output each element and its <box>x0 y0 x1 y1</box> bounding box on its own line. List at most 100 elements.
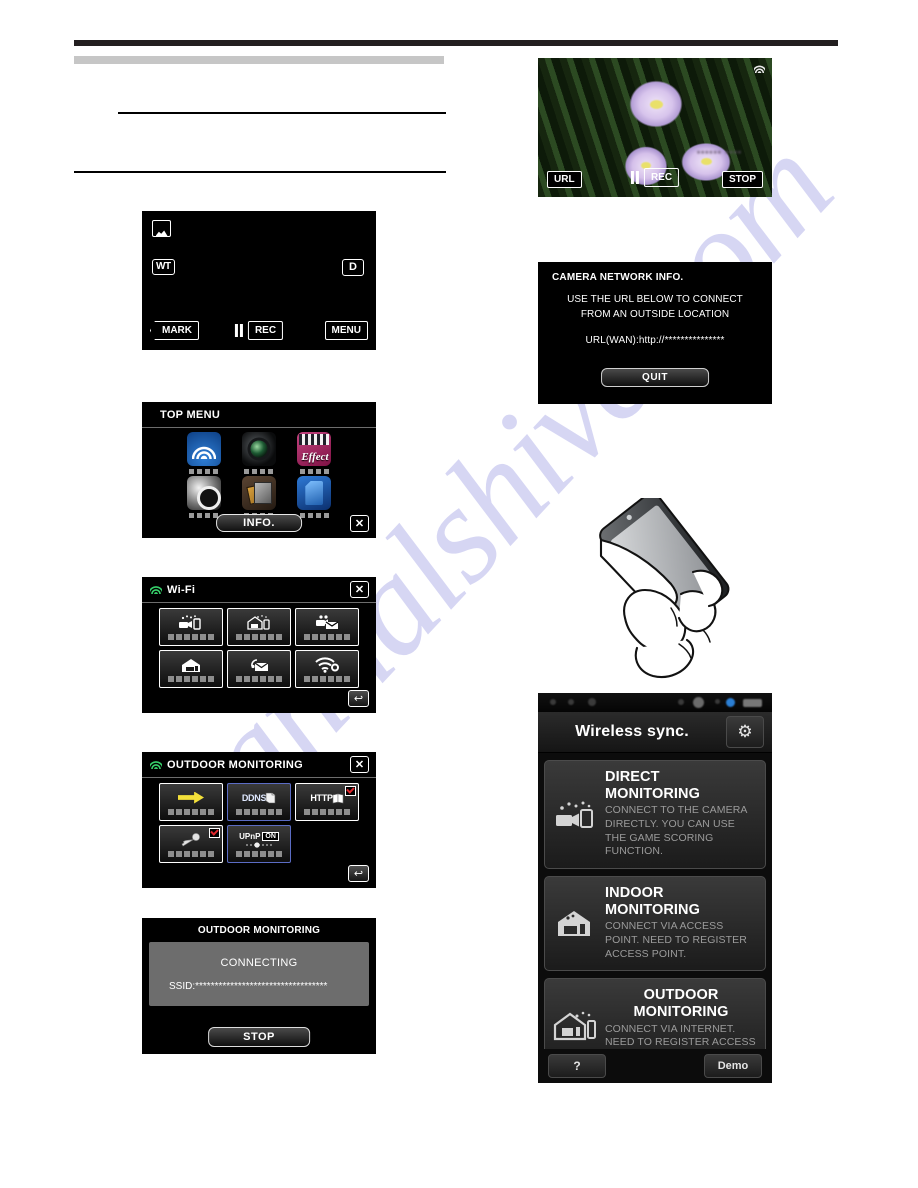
outdoor-tile-ddns[interactable]: DDNS <box>227 783 291 821</box>
mode-d-badge[interactable]: D <box>342 259 364 276</box>
detect-mail-house-icon <box>179 656 203 673</box>
mode-card-direct-monitoring[interactable]: DIRECT MONITORING CONNECT TO THE CAMERA … <box>544 760 766 869</box>
network-info-body: USE THE URL BELOW TO CONNECT FROM AN OUT… <box>538 293 772 322</box>
http-icon: HTTP <box>310 789 343 806</box>
top-menu-item-sdcard[interactable] <box>293 476 336 518</box>
stop-button[interactable]: STOP <box>208 1027 310 1047</box>
connecting-status-box: CONNECTING SSID:************************… <box>149 942 369 1006</box>
wifi-tile-direct-monitoring[interactable] <box>159 608 223 646</box>
demo-button[interactable]: Demo <box>704 1054 762 1078</box>
pause-icon <box>630 171 639 184</box>
menu-button[interactable]: MENU <box>324 321 368 340</box>
wifi-status-icon <box>726 698 735 707</box>
connecting-title: OUTDOOR MONITORING <box>197 925 321 936</box>
outdoor-title: OUTDOOR MONITORING <box>167 758 303 771</box>
wifi-tile-detect-house[interactable] <box>159 650 223 688</box>
top-menu-item-wifi[interactable] <box>182 432 225 474</box>
gear-icon[interactable]: ⚙ <box>726 716 764 748</box>
document-page: manualshive.com WT D MARK REC MENU TOP M… <box>0 0 918 1188</box>
top-menu-grid <box>142 428 376 518</box>
indoor-monitoring-icon <box>551 908 599 938</box>
redacted-label <box>304 809 350 815</box>
redacted-label <box>236 676 282 682</box>
hand-holding-smartphone-illustration <box>575 492 750 683</box>
screenshot-top-menu: TOP MENU Effect INFO. ✕ <box>142 402 376 538</box>
redacted-label <box>236 634 282 640</box>
zoom-wt-badge[interactable]: WT <box>152 259 175 275</box>
mode-title: DIRECT MONITORING <box>605 769 700 802</box>
app-title-bar: Wireless sync. ⚙ <box>538 712 772 753</box>
wifi-tile-indoor-monitoring[interactable] <box>227 608 291 646</box>
battery-icon <box>743 699 762 707</box>
top-menu-item-specialeffect[interactable] <box>293 432 336 474</box>
rec-label[interactable]: REC <box>643 168 680 187</box>
mode-card-indoor-monitoring[interactable]: INDOOR MONITORING CONNECT VIA ACCESS POI… <box>544 875 766 972</box>
media-settings-icon <box>241 476 276 510</box>
outdoor-tile-upnp[interactable]: UPnP ON <box>227 825 291 863</box>
wifi-signal-icon <box>754 64 765 73</box>
section-rule-indented <box>118 112 446 114</box>
ssid-label: SSID: <box>169 980 196 992</box>
top-menu-item-recordsetting[interactable] <box>237 432 280 474</box>
close-icon[interactable]: ✕ <box>350 515 369 532</box>
screenshot-camera-network-info: CAMERA NETWORK INFO. USE THE URL BELOW T… <box>538 262 772 404</box>
redacted-label <box>244 469 274 474</box>
outdoor-monitoring-icon <box>551 1009 599 1041</box>
direct-monitoring-icon <box>178 614 204 631</box>
http-label: HTTP <box>310 792 333 803</box>
slider-icon <box>246 841 272 848</box>
video-mail-icon <box>314 614 340 631</box>
detect-mail-icon <box>246 656 272 673</box>
mode-description: CONNECT VIA ACCESS POINT. NEED TO REGIST… <box>605 920 747 960</box>
redacted-label <box>189 469 219 474</box>
ssid-value: ********************************** <box>195 980 328 992</box>
redacted-label <box>168 676 214 682</box>
close-icon[interactable]: ✕ <box>350 581 369 598</box>
network-info-title: CAMERA NETWORK INFO. <box>552 272 684 283</box>
help-button[interactable]: ? <box>548 1054 606 1078</box>
connecting-state: CONNECTING <box>220 956 298 969</box>
rec-control-group[interactable]: REC <box>630 168 680 187</box>
redacted-label <box>299 513 329 518</box>
top-menu-item-mediasettings[interactable] <box>237 476 280 518</box>
redacted-label <box>168 634 214 640</box>
outdoor-tile-grid: DDNS HTTP UPnP ON <box>142 778 376 863</box>
wifi-settings-icon <box>314 656 340 673</box>
rec-control-group[interactable]: REC <box>234 321 284 340</box>
outdoor-tile-password[interactable] <box>159 825 223 863</box>
camera-lens-icon <box>241 432 276 466</box>
wifi-tile-detect-mail[interactable] <box>227 650 291 688</box>
status-icon <box>693 697 704 708</box>
url-button[interactable]: URL <box>547 171 582 188</box>
outdoor-tile-http[interactable]: HTTP <box>295 783 359 821</box>
scene-mountain-icon <box>152 220 171 237</box>
upnp-toggle-state: ON <box>262 831 279 841</box>
back-icon[interactable]: ↩ <box>348 690 369 707</box>
obscured-overlay-text: •••••• •••• <box>696 147 742 157</box>
wifi-signal-icon <box>150 585 162 594</box>
indoor-monitoring-icon <box>246 614 272 631</box>
outdoor-tile-start[interactable] <box>159 783 223 821</box>
back-icon[interactable]: ↩ <box>348 865 369 882</box>
phone-footer-bar: ? Demo <box>538 1049 772 1083</box>
wifi-title-bar: Wi-Fi <box>142 577 376 603</box>
top-menu-item-settings[interactable] <box>182 476 225 518</box>
wifi-tile-video-mail[interactable] <box>295 608 359 646</box>
mode-text-group: INDOOR MONITORING CONNECT VIA ACCESS POI… <box>605 885 757 961</box>
close-icon[interactable]: ✕ <box>350 756 369 773</box>
status-icon <box>550 699 556 705</box>
screenshot-record-standby: WT D MARK REC MENU <box>142 211 376 350</box>
info-button[interactable]: INFO. <box>216 514 302 532</box>
outdoor-title-bar: OUTDOOR MONITORING <box>142 752 376 778</box>
mark-button[interactable]: MARK <box>150 321 199 340</box>
stop-button[interactable]: STOP <box>721 171 763 188</box>
rec-label[interactable]: REC <box>247 321 284 340</box>
quit-button[interactable]: QUIT <box>601 368 709 387</box>
key-icon <box>180 831 202 848</box>
mode-title: OUTDOOR MONITORING <box>633 987 729 1020</box>
pause-icon <box>234 324 243 337</box>
network-info-line1: USE THE URL BELOW TO CONNECT <box>567 294 743 305</box>
wifi-tile-wifi-settings[interactable] <box>295 650 359 688</box>
status-icon <box>678 699 684 705</box>
mode-title: INDOOR MONITORING <box>605 884 700 918</box>
